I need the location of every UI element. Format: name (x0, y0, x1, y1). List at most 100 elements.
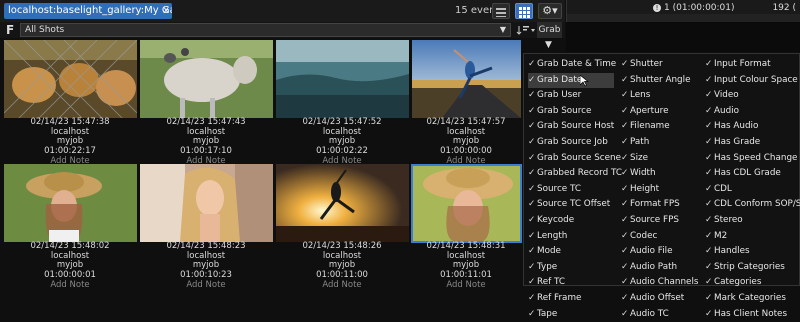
checkmark-icon: ✓ (705, 73, 714, 89)
shot-thumbnail-5[interactable] (4, 164, 137, 242)
menu-item[interactable]: ✓Tape (528, 307, 614, 322)
menu-item[interactable]: ✓Shutter (621, 57, 703, 73)
menu-item-label: Tape (537, 309, 557, 319)
menu-item[interactable]: ✓Audio (705, 104, 799, 120)
grab-button[interactable]: Grab (537, 22, 562, 38)
menu-item[interactable]: ✓Ref Frame (528, 291, 614, 307)
flag-icon[interactable]: ▼ (545, 40, 559, 52)
menu-item[interactable]: ✓Has Grade (705, 135, 799, 151)
menu-item[interactable]: ✓Format FPS (621, 197, 703, 213)
menu-item[interactable]: ✓Grab Source (528, 104, 614, 120)
menu-item[interactable]: ✓Strip Categories (705, 260, 799, 276)
shot-filter-select[interactable]: All Shots ▼ (20, 23, 511, 37)
menu-item[interactable]: ✓Grabbed Record TC (528, 166, 614, 182)
menu-item[interactable]: ✓Audio Path (621, 260, 703, 276)
shot-thumbnail-7[interactable] (276, 164, 409, 242)
shot-meta-3: 02/14/23 15:47:52 localhost myjob 01:00:… (282, 118, 402, 167)
menu-item[interactable]: ✓Lens (621, 88, 703, 104)
menu-item[interactable]: ✓Input Format (705, 57, 799, 73)
menu-item[interactable]: ✓Categories (705, 275, 799, 291)
checkmark-icon: ✓ (528, 213, 537, 229)
close-icon[interactable]: x (163, 3, 169, 19)
shot-thumbnail-2[interactable] (140, 40, 273, 118)
gallery-tab[interactable]: localhost:baselight_gallery:My Gallery_v… (4, 3, 172, 19)
menu-item-label: Grab User (537, 90, 581, 100)
shot-timecode: 01:00:22:17 (10, 147, 130, 157)
menu-item[interactable]: ✓CDL (705, 182, 799, 198)
shot-thumbnail-4[interactable] (412, 40, 521, 118)
menu-item[interactable]: ✓Input Colour Space (705, 73, 799, 89)
menu-item-label: Has Grade (714, 137, 760, 147)
menu-item[interactable]: ✓Shutter Angle (621, 73, 703, 89)
sea-image (276, 40, 409, 118)
checkmark-icon: ✓ (528, 88, 537, 104)
shot-meta-7: 02/14/23 15:48:26 localhost myjob 01:00:… (282, 242, 402, 291)
menu-item[interactable]: ✓Mode (528, 244, 614, 260)
menu-item[interactable]: ✓Has CDL Grade (705, 166, 799, 182)
menu-item[interactable]: ✓Has Audio (705, 119, 799, 135)
menu-item-label: Handles (714, 246, 750, 256)
shot-thumbnail-1[interactable] (4, 40, 137, 118)
settings-menu-button[interactable]: ⚙▾ (538, 3, 562, 19)
checkmark-icon: ✓ (621, 197, 630, 213)
menu-item[interactable]: ✓Size (621, 151, 703, 167)
menu-item[interactable]: ✓Source TC (528, 182, 614, 198)
menu-item[interactable]: ✓Length (528, 229, 614, 245)
list-view-button[interactable] (492, 3, 510, 19)
menu-item[interactable]: ✓CDL Conform SOP/Sat (705, 197, 799, 213)
shot-thumbnail-3[interactable] (276, 40, 409, 118)
checkmark-icon: ✓ (528, 307, 537, 322)
menu-item[interactable]: ✓Audio TC (621, 307, 703, 322)
menu-item[interactable]: ✓Grab Date & Time (528, 57, 614, 73)
shot-timecode: 01:00:17:10 (146, 147, 266, 157)
menu-item[interactable]: ✓Keycode (528, 213, 614, 229)
menu-item[interactable]: ✓Filename (621, 119, 703, 135)
menu-item[interactable]: ✓Codec (621, 229, 703, 245)
menu-item-label: Aperture (630, 106, 669, 116)
filter-icon[interactable]: F (6, 23, 14, 37)
menu-item-label: Shutter Angle (630, 75, 691, 85)
shot-thumbnail-6[interactable] (140, 164, 273, 242)
menu-item[interactable]: ✓Width (621, 166, 703, 182)
menu-item[interactable]: ✓Source TC Offset (528, 197, 614, 213)
menu-item[interactable]: ✓Handles (705, 244, 799, 260)
menu-column-3: ✓Input Format✓Input Colour Space✓Video✓A… (705, 57, 799, 322)
menu-item-label: Width (630, 168, 656, 178)
timeline-marker[interactable]: !1 (01:00:00:01) (653, 3, 735, 13)
menu-item[interactable]: ✓Mark Categories (705, 291, 799, 307)
menu-item[interactable]: ✓Grab Date (528, 73, 614, 89)
menu-item[interactable]: ✓Type (528, 260, 614, 276)
menu-item[interactable]: ✓Source FPS (621, 213, 703, 229)
menu-item[interactable]: ✓Has Speed Change (705, 151, 799, 167)
menu-item[interactable]: ✓Has Client Notes (705, 307, 799, 322)
menu-item[interactable]: ✓Height (621, 182, 703, 198)
menu-item-label: Height (630, 184, 659, 194)
menu-item[interactable]: ✓Grab Source Host (528, 119, 614, 135)
menu-item[interactable]: ✓Grab Source Job (528, 135, 614, 151)
shot-thumbnail-8[interactable] (413, 166, 520, 241)
menu-item[interactable]: ✓Video (705, 88, 799, 104)
menu-item[interactable]: ✓Grab User (528, 88, 614, 104)
menu-item[interactable]: ✓Audio Offset (621, 291, 703, 307)
shot-filter-value: All Shots (25, 25, 64, 35)
timeline-strip[interactable]: !1 (01:00:00:01) 192 ( (566, 0, 800, 22)
viewer-area (566, 22, 800, 52)
menu-item[interactable]: ✓Audio File (621, 244, 703, 260)
gallery-tab-title: localhost:baselight_gallery:My Gallery_v… (8, 5, 172, 16)
menu-item-label: Source TC (537, 184, 581, 194)
sort-button[interactable] (516, 23, 536, 37)
menu-item-label: CDL Conform SOP/Sat (714, 199, 800, 209)
checkmark-icon: ✓ (621, 213, 630, 229)
menu-item[interactable]: ✓Aperture (621, 104, 703, 120)
menu-item[interactable]: ✓M2 (705, 229, 799, 245)
menu-item[interactable]: ✓Grab Source Scene (528, 151, 614, 167)
grid-view-button[interactable] (515, 3, 533, 19)
timeline-track[interactable] (567, 14, 800, 22)
menu-item-label: Audio TC (630, 309, 669, 319)
menu-item[interactable]: ✓Path (621, 135, 703, 151)
menu-item-label: Shutter (630, 59, 663, 69)
menu-item[interactable]: ✓Audio Channels (621, 275, 703, 291)
menu-item[interactable]: ✓Stereo (705, 213, 799, 229)
menu-item[interactable]: ✓Ref TC (528, 275, 614, 291)
checkmark-icon: ✓ (705, 229, 714, 245)
